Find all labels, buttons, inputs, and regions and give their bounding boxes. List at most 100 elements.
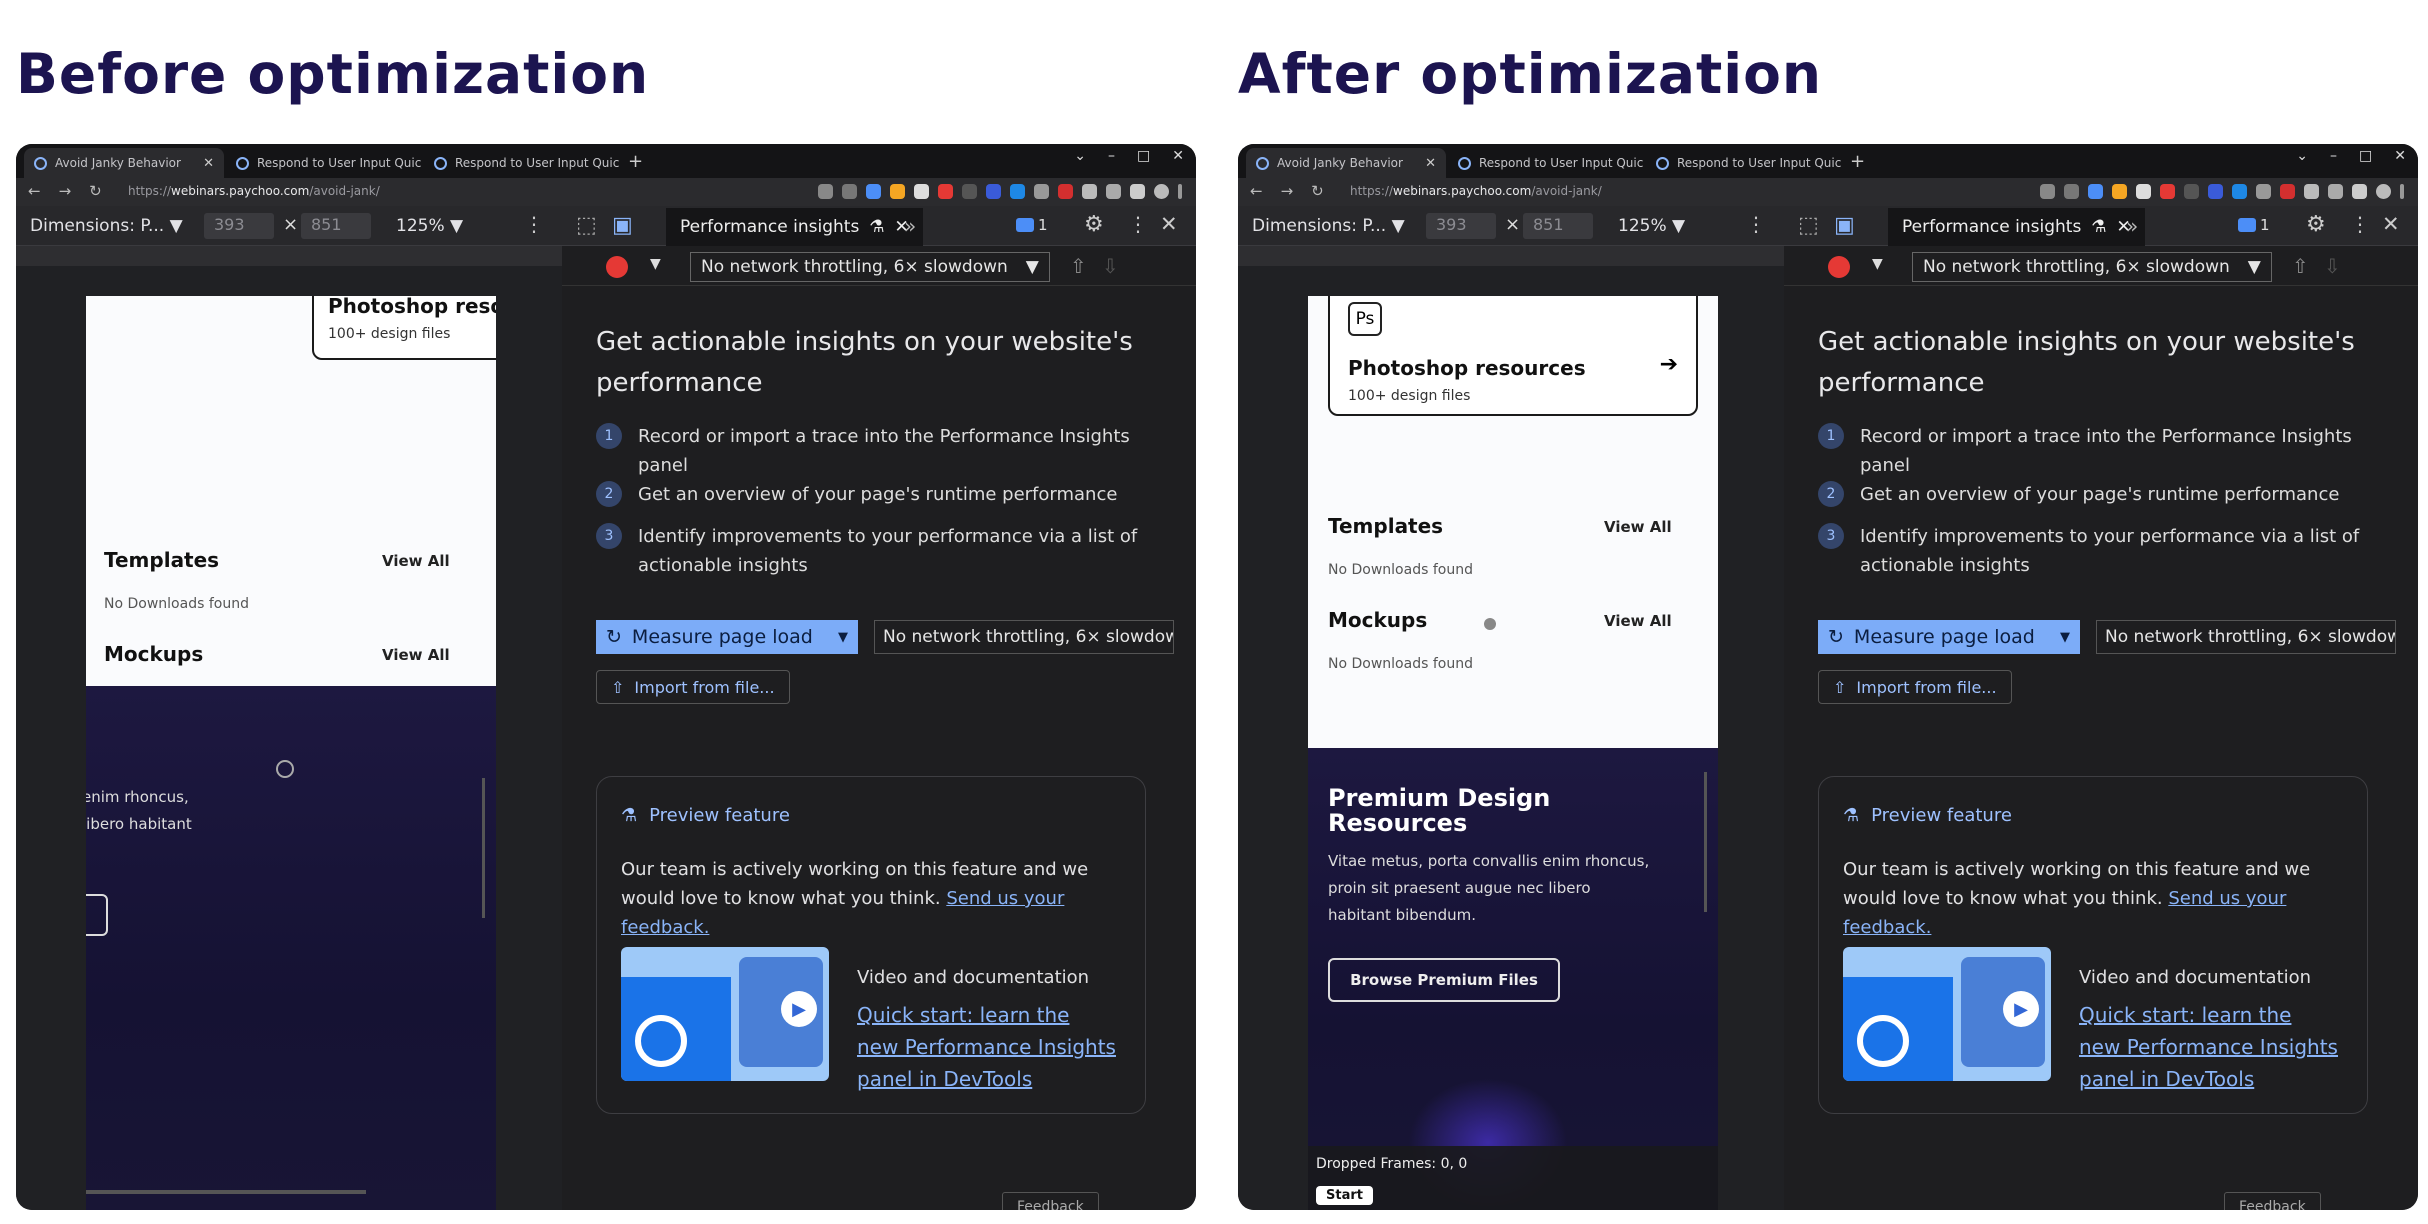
browse-button-fragment[interactable] xyxy=(86,894,108,936)
page-preview[interactable]: Ps Photoshop resources 100+ design files… xyxy=(1308,296,1718,1210)
video-thumbnail[interactable]: ▶ xyxy=(621,947,829,1081)
scrollbar[interactable] xyxy=(482,778,485,918)
profile-icon[interactable] xyxy=(2376,184,2391,199)
height-input[interactable]: 851 xyxy=(301,213,371,239)
browse-premium-button[interactable]: Browse Premium Files xyxy=(1328,958,1560,1002)
photoshop-card[interactable]: Photoshop reso 100+ design files xyxy=(312,296,496,360)
maximize-button[interactable]: □ xyxy=(1137,148,1150,164)
extension-icon[interactable] xyxy=(866,184,881,199)
extension-icon[interactable] xyxy=(2256,184,2271,199)
reload-icon[interactable]: ↻ xyxy=(1311,182,1324,200)
scrollbar[interactable] xyxy=(1704,772,1707,912)
more-tabs-icon[interactable]: » xyxy=(2126,214,2138,238)
video-thumbnail[interactable]: ▶ xyxy=(1843,947,2051,1081)
pin-icon[interactable] xyxy=(2304,184,2319,199)
chevron-down-icon[interactable]: ⌄ xyxy=(1074,148,1086,164)
mockups-view-all-link[interactable]: View All xyxy=(1604,612,1672,630)
dimensions-select[interactable]: Dimensions: P... ▼ xyxy=(1252,216,1405,236)
import-from-file-button[interactable]: ⇧ Import from file... xyxy=(596,670,790,704)
side-panel-icon[interactable] xyxy=(2352,184,2367,199)
measure-page-load-button[interactable]: ↻ Measure page load ▼ xyxy=(1818,620,2080,654)
inspect-element-icon[interactable]: ⬚ xyxy=(576,213,597,238)
extension-icon[interactable] xyxy=(890,184,905,199)
extension-icon[interactable] xyxy=(962,184,977,199)
pin-icon[interactable] xyxy=(1082,184,1097,199)
tab-respond-1[interactable]: Respond to User Input Quick✕ xyxy=(226,148,422,178)
settings-gear-icon[interactable]: ⚙ xyxy=(1084,212,1104,237)
width-input[interactable]: 393 xyxy=(204,213,274,239)
reading-list-icon[interactable] xyxy=(2328,184,2343,199)
more-options-icon[interactable]: ⋮ xyxy=(1746,212,1766,236)
tab-performance-insights[interactable]: Performance insights ⚗ ✕ xyxy=(1888,208,2145,246)
quick-start-link[interactable]: Quick start: learn the new Performance I… xyxy=(857,999,1117,1095)
more-tabs-icon[interactable]: » xyxy=(904,214,916,238)
start-button[interactable]: Start xyxy=(1316,1186,1373,1205)
close-window-button[interactable]: ✕ xyxy=(2394,148,2406,164)
tab-respond-2[interactable]: Respond to User Input Quick✕ xyxy=(1646,148,1842,178)
minimize-button[interactable]: – xyxy=(1108,148,1115,164)
back-icon[interactable]: ← xyxy=(1250,182,1263,200)
menu-icon[interactable] xyxy=(2400,184,2404,199)
page-preview[interactable]: Photoshop reso 100+ design files Templat… xyxy=(86,296,496,1210)
extension-icon[interactable] xyxy=(1010,184,1025,199)
menu-icon[interactable] xyxy=(1178,184,1182,199)
devtools-menu-icon[interactable]: ⋮ xyxy=(2350,212,2370,236)
tab-respond-1[interactable]: Respond to User Input Quick✕ xyxy=(1448,148,1644,178)
device-toggle-icon[interactable]: ▣ xyxy=(612,213,633,238)
settings-gear-icon[interactable]: ⚙ xyxy=(2306,212,2326,237)
play-icon[interactable]: ▶ xyxy=(2003,991,2039,1027)
tab-performance-insights[interactable]: Performance insights ⚗ ✕ xyxy=(666,208,923,246)
side-panel-icon[interactable] xyxy=(1130,184,1145,199)
extension-icon[interactable] xyxy=(2280,184,2295,199)
upload-icon[interactable]: ⇧ xyxy=(1070,254,1087,278)
horizontal-scrollbar[interactable] xyxy=(86,1190,366,1194)
issues-badge[interactable]: 1 xyxy=(1016,216,1048,234)
issues-badge[interactable]: 1 xyxy=(2238,216,2270,234)
extension-icon[interactable] xyxy=(914,184,929,199)
record-button[interactable] xyxy=(1828,256,1850,278)
quick-start-link[interactable]: Quick start: learn the new Performance I… xyxy=(2079,999,2339,1095)
feedback-button[interactable]: Feedback xyxy=(2224,1192,2321,1210)
close-tab-icon[interactable]: ✕ xyxy=(1417,156,1436,171)
extension-icon[interactable] xyxy=(1034,184,1049,199)
zoom-select[interactable]: 125% ▼ xyxy=(396,216,463,236)
download-icon[interactable]: ⇩ xyxy=(2324,254,2341,278)
new-tab-button[interactable]: + xyxy=(628,151,643,172)
record-button[interactable] xyxy=(606,256,628,278)
back-icon[interactable]: ← xyxy=(28,182,41,200)
dropdown-caret-icon[interactable]: ▼ xyxy=(2060,630,2070,645)
extension-icon[interactable] xyxy=(2232,184,2247,199)
close-devtools-icon[interactable]: ✕ xyxy=(1160,212,1178,236)
reading-list-icon[interactable] xyxy=(1106,184,1121,199)
upload-icon[interactable]: ⇧ xyxy=(2292,254,2309,278)
more-options-icon[interactable]: ⋮ xyxy=(524,212,544,236)
url-field[interactable]: https://webinars.paychoo.com/avoid-jank/ xyxy=(128,184,380,198)
width-input[interactable]: 393 xyxy=(1426,213,1496,239)
share-icon[interactable] xyxy=(2040,184,2055,199)
extension-icon[interactable] xyxy=(2088,184,2103,199)
record-options-icon[interactable]: ▼ xyxy=(1872,256,1883,272)
device-toggle-icon[interactable]: ▣ xyxy=(1834,213,1855,238)
forward-icon[interactable]: → xyxy=(1281,182,1294,200)
download-icon[interactable]: ⇩ xyxy=(1102,254,1119,278)
feedback-button[interactable]: Feedback xyxy=(1002,1192,1099,1210)
play-icon[interactable]: ▶ xyxy=(781,991,817,1027)
record-options-icon[interactable]: ▼ xyxy=(650,256,661,272)
throttling-select[interactable]: No network throttling, 6× slowdown ▼ xyxy=(1912,252,2272,282)
star-icon[interactable] xyxy=(842,184,857,199)
extension-icon[interactable] xyxy=(986,184,1001,199)
tab-respond-2[interactable]: Respond to User Input Quick✕ xyxy=(424,148,620,178)
extension-icon[interactable] xyxy=(938,184,953,199)
close-devtools-icon[interactable]: ✕ xyxy=(2382,212,2400,236)
throttling-select[interactable]: No network throttling, 6× slowdown ▼ xyxy=(690,252,1050,282)
extension-icon[interactable] xyxy=(2112,184,2127,199)
star-icon[interactable] xyxy=(2064,184,2079,199)
measure-page-load-button[interactable]: ↻ Measure page load ▼ xyxy=(596,620,858,654)
tab-avoid-janky[interactable]: Avoid Janky Behavior ✕ xyxy=(1246,148,1446,178)
zoom-select[interactable]: 125% ▼ xyxy=(1618,216,1685,236)
tab-avoid-janky[interactable]: Avoid Janky Behavior ✕ xyxy=(24,148,224,178)
chevron-down-icon[interactable]: ⌄ xyxy=(2296,148,2308,164)
mockups-view-all-link[interactable]: View All xyxy=(382,646,450,664)
minimize-button[interactable]: – xyxy=(2330,148,2337,164)
arrow-right-icon[interactable]: ➔ xyxy=(1660,352,1678,377)
